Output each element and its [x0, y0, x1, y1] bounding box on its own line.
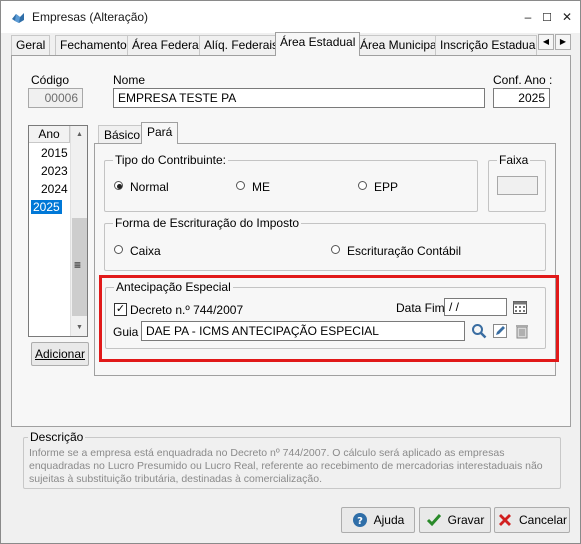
tab-area-estadual[interactable]: Área Estadual — [275, 32, 361, 56]
scroll-grip-icon: ≡ — [74, 258, 82, 272]
descricao-legend: Descrição — [28, 430, 86, 444]
years-scrollbar[interactable]: ▲ ≡ ▼ — [70, 126, 87, 336]
radio-epp-label[interactable]: EPP — [374, 180, 398, 194]
ajuda-button[interactable]: ? Ajuda — [341, 507, 415, 533]
radio-me-label[interactable]: ME — [252, 180, 270, 194]
nome-field[interactable]: EMPRESA TESTE PA — [113, 88, 485, 108]
guia-label: Guia — [113, 325, 139, 339]
guia-field[interactable]: DAE PA - ICMS ANTECIPAÇÃO ESPECIAL — [141, 321, 465, 341]
tab-aliq-federais[interactable]: Alíq. Federais — [199, 35, 284, 55]
svg-text:?: ? — [357, 516, 363, 527]
search-icon[interactable] — [470, 322, 488, 340]
faixa-field[interactable] — [497, 176, 538, 195]
trash-icon[interactable] — [513, 322, 531, 340]
data-fim-label: Data Fim — [396, 301, 445, 315]
codigo-label: Código — [31, 73, 70, 87]
tab-inscricao-estadual[interactable]: Inscrição Estadual S — [435, 35, 537, 55]
cancel-icon — [498, 514, 511, 526]
radio-escrituracao-contabil-label[interactable]: Escrituração Contábil — [347, 244, 461, 258]
conf-ano-field[interactable]: 2025 — [493, 88, 550, 108]
radio-normal-label[interactable]: Normal — [130, 180, 169, 194]
adicionar-button[interactable]: Adicionar — [31, 342, 89, 366]
escrituracao-legend: Forma de Escrituração do Imposto — [113, 216, 302, 230]
years-list[interactable]: Ano 2015 2023 2024 2025 ▲ ≡ ▼ — [28, 125, 88, 337]
gravar-button[interactable]: Gravar — [419, 507, 491, 533]
help-icon: ? — [352, 513, 367, 527]
scroll-down-button[interactable]: ▼ — [71, 319, 88, 336]
edit-icon[interactable] — [491, 322, 509, 340]
radio-me[interactable] — [236, 181, 245, 190]
title-bar: Empresas (Alteração) ‒ ☐ ✕ — [1, 1, 580, 33]
antecipacao-legend: Antecipação Especial — [114, 280, 233, 294]
data-fim-field[interactable]: / / — [444, 298, 507, 316]
radio-caixa[interactable] — [114, 245, 123, 254]
check-icon: ✓ — [115, 303, 126, 315]
radio-escrituracao-contabil[interactable] — [331, 245, 340, 254]
tab-area-municipal[interactable]: Área Municipal — [355, 35, 445, 55]
radio-caixa-label[interactable]: Caixa — [130, 244, 161, 258]
subtab-para[interactable]: Pará — [141, 122, 179, 144]
window: Empresas (Alteração) ‒ ☐ ✕ Geral Fechame… — [0, 0, 581, 544]
check-icon — [426, 514, 441, 527]
year-item[interactable]: 2023 — [29, 162, 70, 180]
descricao-text: Informe se a empresa está enquadrada no … — [29, 447, 543, 485]
subtab-basico[interactable]: Básico — [98, 125, 147, 145]
tab-scroll-left-button[interactable]: ◀ — [538, 34, 554, 50]
scroll-up-button[interactable]: ▲ — [71, 126, 88, 143]
window-title: Empresas (Alteração) — [32, 10, 149, 24]
close-button[interactable]: ✕ — [557, 7, 577, 27]
tab-fechamento[interactable]: Fechamento — [55, 35, 132, 55]
scroll-thumb[interactable]: ≡ — [72, 218, 87, 316]
minimize-button[interactable]: ‒ — [518, 7, 538, 27]
cancelar-button[interactable]: Cancelar — [494, 507, 570, 533]
radio-epp[interactable] — [358, 181, 367, 190]
maximize-button[interactable]: ☐ — [537, 7, 557, 27]
faixa-legend: Faixa — [497, 153, 531, 167]
codigo-field[interactable]: 00006 — [28, 88, 83, 108]
decreto-checkbox[interactable]: ✓ — [114, 303, 127, 316]
year-item-selected[interactable]: 2025 — [29, 198, 70, 216]
tab-geral[interactable]: Geral — [11, 35, 51, 55]
app-icon — [12, 13, 24, 23]
nome-label: Nome — [113, 73, 146, 87]
radio-normal[interactable] — [114, 181, 123, 190]
tab-scroll-right-button[interactable]: ▶ — [555, 34, 571, 50]
year-item[interactable]: 2024 — [29, 180, 70, 198]
tipo-contribuinte-legend: Tipo do Contribuinte: — [113, 153, 228, 167]
decreto-label[interactable]: Decreto n.º 744/2007 — [130, 303, 243, 317]
year-item[interactable]: 2015 — [29, 144, 70, 162]
calendar-icon[interactable] — [511, 298, 529, 316]
escrituracao-group: Forma de Escrituração do Imposto — [104, 216, 546, 271]
tab-area-federal[interactable]: Área Federal — [127, 35, 207, 55]
conf-ano-label: Conf. Ano : — [493, 73, 553, 87]
years-column-header[interactable]: Ano — [29, 126, 70, 143]
